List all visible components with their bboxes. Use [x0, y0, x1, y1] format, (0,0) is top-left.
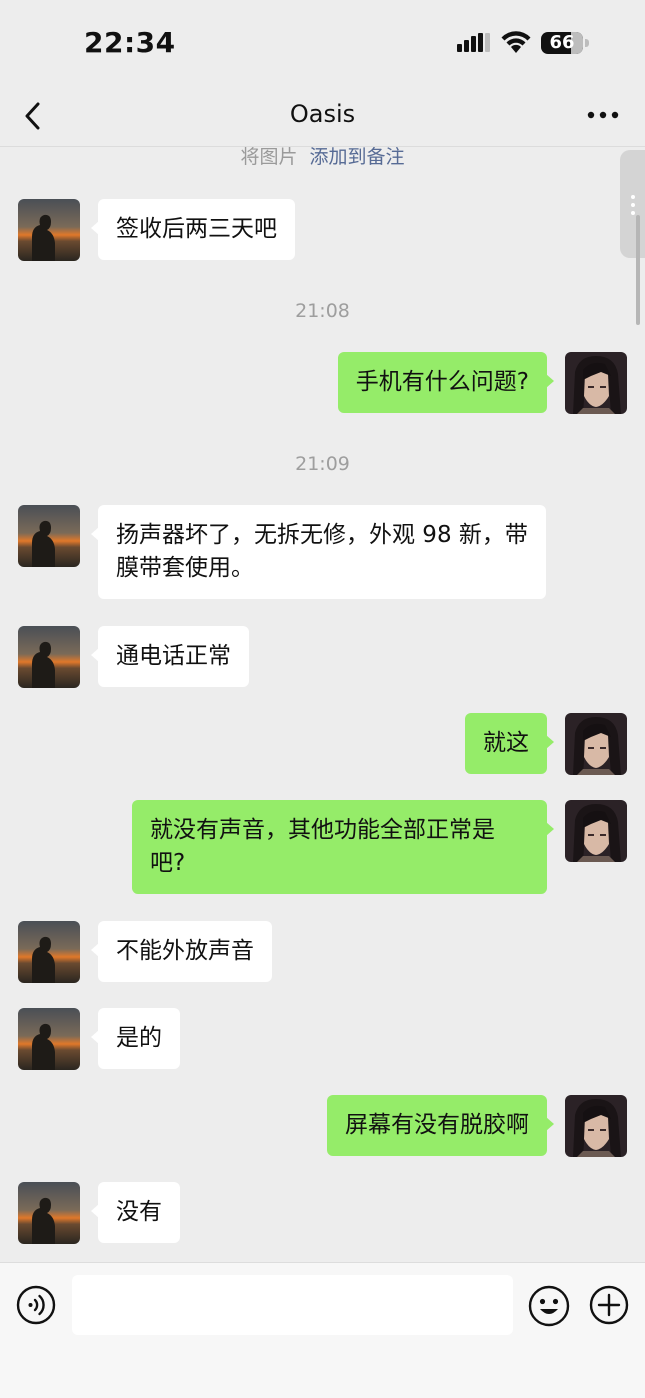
message-bubble-received[interactable]: 不能外放声音 — [91, 921, 272, 982]
contact-avatar[interactable] — [18, 921, 80, 983]
contact-avatar[interactable] — [18, 626, 80, 688]
chat-title: Oasis — [289, 100, 356, 128]
more-dots-icon[interactable] — [586, 104, 620, 126]
battery-icon: 66 — [541, 32, 591, 54]
message-bubble-received[interactable]: 没有 — [91, 1182, 180, 1243]
contact-avatar[interactable] — [18, 1008, 80, 1070]
user-avatar[interactable] — [565, 352, 627, 414]
scroll-handle[interactable] — [620, 150, 645, 258]
message-bubble-received[interactable]: 是的 — [91, 1008, 180, 1069]
emoji-icon[interactable] — [528, 1285, 570, 1327]
message-input[interactable] — [72, 1275, 513, 1335]
contact-avatar[interactable] — [18, 199, 80, 261]
nav-bar: Oasis — [0, 88, 645, 147]
user-avatar[interactable] — [565, 713, 627, 775]
message-bubble-received[interactable]: 通电话正常 — [91, 626, 249, 687]
message-bubble-received[interactable]: 扬声器坏了，无拆无修，外观 98 新，带膜带套使用。 — [91, 505, 546, 599]
input-bar — [0, 1262, 645, 1398]
add-to-notes-hint: 将图片 添加到备注 — [0, 147, 645, 167]
status-time: 22:34 — [84, 26, 176, 59]
message-bubble-sent[interactable]: 手机有什么问题? — [337, 352, 555, 413]
message-bubble-sent[interactable]: 就这 — [465, 713, 554, 774]
voice-icon[interactable] — [16, 1285, 56, 1325]
user-avatar[interactable] — [565, 1095, 627, 1157]
message-bubble-received[interactable]: 签收后两三天吧 — [91, 199, 295, 260]
chat-screen: 22:34 66 Oasis 将图片 添加到备注 签收后两三天吧 21:08 手… — [0, 0, 645, 1398]
add-to-notes-link[interactable]: 添加到备注 — [310, 147, 405, 168]
plus-icon[interactable] — [589, 1285, 629, 1325]
message-bubble-sent[interactable]: 就没有声音，其他功能全部正常是吧? — [132, 800, 554, 894]
timestamp: 21:09 — [295, 453, 350, 475]
signal-icon — [457, 33, 491, 53]
user-avatar[interactable] — [565, 800, 627, 862]
hint-text: 将图片 — [240, 147, 298, 168]
timestamp: 21:08 — [295, 300, 350, 322]
message-list[interactable]: 将图片 添加到备注 签收后两三天吧 21:08 手机有什么问题? 21:09 扬声… — [0, 147, 645, 1262]
status-bar: 22:34 66 — [0, 0, 645, 88]
message-bubble-sent[interactable]: 屏幕有没有脱胶啊 — [327, 1095, 554, 1156]
contact-avatar[interactable] — [18, 505, 80, 567]
wifi-icon — [500, 31, 532, 55]
contact-avatar[interactable] — [18, 1182, 80, 1244]
battery-level: 66 — [549, 32, 575, 53]
